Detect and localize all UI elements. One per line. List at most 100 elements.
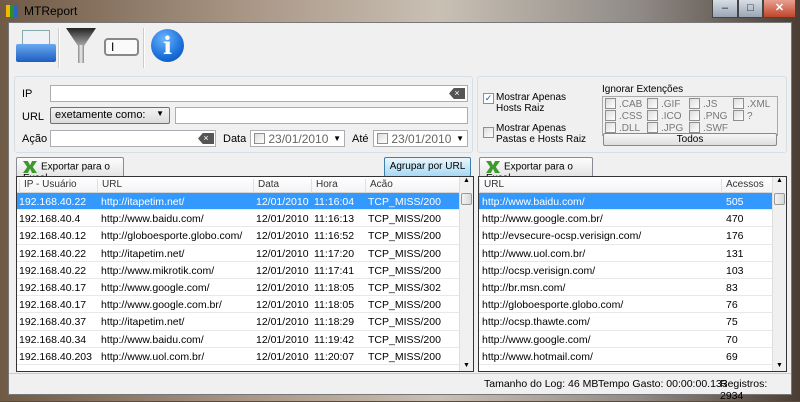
url-match-select[interactable]: exetamente como: ▼ (50, 107, 170, 124)
log-list-scrollbar[interactable]: ▲ ▼ (459, 177, 473, 371)
table-row[interactable]: http://globoesporte.globo.com/76 (479, 296, 786, 314)
table-cell: http://www.google.com/ (101, 281, 210, 294)
extension-option[interactable]: ? (733, 110, 753, 122)
table-row[interactable]: 192.168.40.203 http://www.uol.com.br/12/0… (17, 348, 473, 365)
scroll-thumb[interactable] (774, 193, 785, 205)
group-by-url-button[interactable]: Agrupar por URL (384, 157, 471, 177)
ate-label: Até (352, 133, 369, 145)
pastas-hosts-checkbox[interactable] (483, 127, 494, 138)
scroll-thumb[interactable] (461, 193, 472, 205)
pastas-hosts-option[interactable]: Mostrar Apenas Pastas e Hosts Raiz (483, 123, 593, 145)
table-cell: 11:18:05 (314, 299, 355, 312)
ate-checkbox[interactable] (377, 133, 388, 144)
extension-option[interactable]: .CAB (605, 98, 642, 110)
extension-checkbox[interactable] (733, 110, 744, 121)
table-row[interactable]: 192.168.40.12 http://globoesporte.globo.c… (17, 227, 473, 245)
extension-option[interactable]: .ICO (647, 110, 682, 122)
table-cell: 11:16:52 (314, 230, 355, 243)
table-row[interactable]: 192.168.40.4 http://www.baidu.com/12/01/2… (17, 210, 473, 228)
table-row[interactable]: 192.168.40.34 http://www.baidu.com/12/01/… (17, 331, 473, 348)
filter-funnel-icon[interactable] (66, 28, 96, 64)
ate-date-picker[interactable]: 23/01/2010 ▼ (373, 130, 468, 147)
table-row[interactable]: http://www.google.com/70 (479, 331, 786, 348)
extension-checkbox[interactable] (647, 110, 658, 121)
table-row[interactable]: http://evsecure-ocsp.verisign.com/176 (479, 227, 786, 245)
url-input[interactable] (175, 107, 468, 124)
column-header[interactable]: URL (479, 179, 504, 193)
table-row[interactable] (17, 365, 473, 371)
table-row[interactable]: http://ocsp.verisign.com/103 (479, 262, 786, 279)
close-button[interactable]: ✕ (763, 0, 796, 18)
open-folder-icon[interactable] (16, 30, 56, 64)
table-row[interactable]: 192.168.40.17 http://www.google.com/12/01… (17, 279, 473, 297)
textbox-icon[interactable]: I (104, 38, 139, 56)
table-row[interactable]: 192.168.40.17 http://www.google.com.br/12… (17, 296, 473, 314)
table-row[interactable]: http://www.hotmail.com/69 (479, 348, 786, 365)
extension-option[interactable]: .CSS (605, 110, 642, 122)
extension-checkbox[interactable] (647, 98, 658, 109)
url-list-scrollbar[interactable]: ▲ ▼ (772, 177, 786, 371)
table-cell: 12/01/2010 (256, 281, 309, 294)
table-row[interactable]: http://www.google.com.br/470 (479, 210, 786, 228)
table-row[interactable]: 192.168.40.22 http://www.mikrotik.com/12/… (17, 262, 473, 279)
data-checkbox[interactable] (254, 133, 265, 144)
table-cell: 12/01/2010 (256, 350, 309, 363)
table-cell: 11:16:13 (314, 213, 355, 226)
table-cell: 505 (726, 196, 744, 208)
scroll-down-icon[interactable]: ▼ (463, 362, 470, 369)
table-row[interactable]: http://br.msn.com/83 (479, 279, 786, 297)
extension-checkbox[interactable] (605, 98, 616, 109)
table-row[interactable]: 192.168.40.22 http://itapetim.net/12/01/2… (17, 245, 473, 262)
extension-checkbox[interactable] (689, 122, 700, 133)
table-row[interactable]: 192.168.40.22 http://itapetim.net/12/01/2… (17, 193, 473, 211)
scroll-up-icon[interactable]: ▲ (463, 177, 470, 184)
minimize-button[interactable]: – (712, 0, 738, 18)
extension-checkbox[interactable] (689, 98, 700, 109)
table-cell: 192.168.40.17 (19, 299, 87, 312)
left-export-excel-tab[interactable]: Exportar para o Excel (16, 157, 124, 184)
scroll-down-icon[interactable]: ▼ (776, 362, 783, 369)
table-row[interactable]: http://www.uol.com.br/131 (479, 245, 786, 262)
data-date-picker[interactable]: 23/01/2010 ▼ (250, 130, 345, 147)
records-status: Registros: 2934 (720, 378, 768, 402)
table-cell: 192.168.40.22 (19, 264, 87, 277)
toolbar-separator (143, 28, 145, 68)
column-header[interactable]: Hora (311, 179, 338, 193)
ip-label: IP (22, 88, 33, 100)
hosts-raiz-checkbox[interactable]: ✓ (483, 93, 494, 104)
info-icon[interactable]: i (151, 29, 184, 62)
time-status: Tempo Gasto: 00:00:00.133 (598, 378, 728, 390)
extension-option[interactable]: .JS (689, 98, 717, 110)
acao-input[interactable] (50, 130, 216, 147)
url-summary-list[interactable]: URL Acessos http://www.baidu.com/505 http:… (478, 176, 787, 372)
maximize-button[interactable]: □ (738, 0, 763, 18)
table-cell: http://br.msn.com/ (482, 281, 566, 294)
table-row[interactable]: http://www.baidu.com/505 (479, 193, 786, 211)
column-header[interactable]: Acessos (721, 179, 764, 193)
column-header[interactable]: URL (97, 179, 122, 193)
data-label: Data (223, 133, 247, 145)
extension-checkbox[interactable] (605, 122, 616, 133)
hosts-raiz-option[interactable]: ✓ Mostrar Apenas Hosts Raiz (483, 92, 593, 114)
todos-button[interactable]: Todos (603, 133, 777, 146)
ate-date-value: 23/01/2010 (391, 132, 452, 146)
extension-option[interactable]: .GIF (647, 98, 680, 110)
column-header[interactable]: IP - Usuário (19, 179, 77, 193)
extension-checkbox[interactable] (733, 98, 744, 109)
scroll-up-icon[interactable]: ▲ (776, 177, 783, 184)
table-cell: 12/01/2010 (256, 213, 309, 226)
column-header[interactable]: Data (253, 179, 279, 193)
extension-checkbox[interactable] (605, 110, 616, 121)
table-row[interactable]: http://ocsp.thawte.com/75 (479, 313, 786, 331)
column-header[interactable]: Acão (365, 179, 393, 193)
extension-checkbox[interactable] (647, 122, 658, 133)
right-export-excel-tab[interactable]: Exportar para o Excel (479, 157, 593, 184)
log-list[interactable]: IP - Usuário URL Data Hora Acão 192.168.40.2… (16, 176, 474, 372)
ip-input[interactable] (50, 85, 468, 102)
extension-checkbox[interactable] (689, 110, 700, 121)
extension-option[interactable]: .XML (733, 98, 770, 110)
table-row[interactable]: 192.168.40.37 http://itapetim.net/12/01/2… (17, 313, 473, 331)
table-row[interactable] (479, 365, 786, 371)
extension-option[interactable]: .PNG (689, 110, 727, 122)
table-cell: 11:17:20 (314, 247, 355, 260)
